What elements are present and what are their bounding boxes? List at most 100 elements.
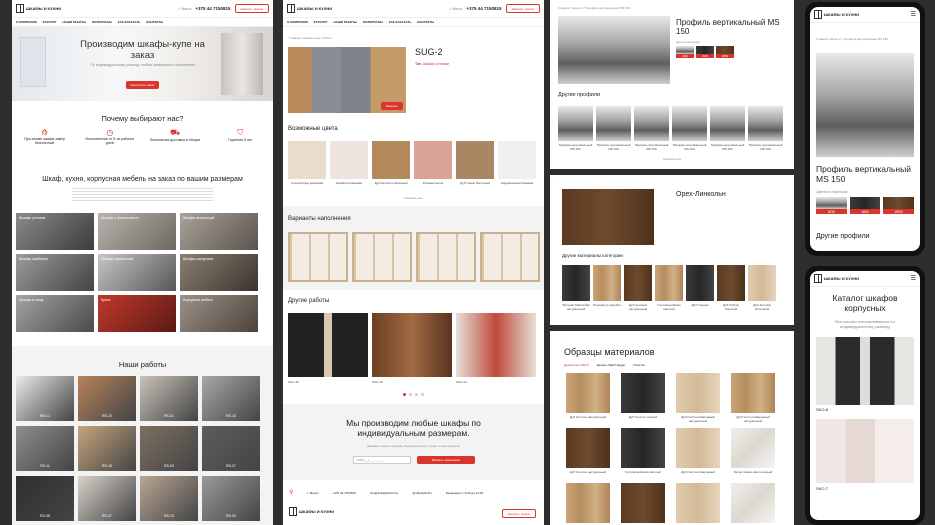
profile-item-image[interactable]	[596, 106, 631, 141]
mobile-logo[interactable]: ШКАФЫ И КУХНИ	[814, 274, 859, 283]
nav-catalog[interactable]: КАТАЛОГ	[43, 20, 57, 24]
work-tile[interactable]: RS-08	[78, 426, 136, 471]
work-tile[interactable]: RS-07	[202, 426, 260, 471]
callback-button[interactable]: Заказать звонок	[234, 4, 269, 13]
nav-contacts[interactable]: КОНТАКТЫ	[417, 20, 434, 24]
work-tile[interactable]: SKO-1	[16, 376, 74, 421]
sample-image[interactable]	[676, 483, 720, 523]
catalog-tile[interactable]: Шкафы зеркальные	[98, 254, 176, 291]
profile-item-label[interactable]: Профиль вертикальный MS 160	[748, 143, 783, 151]
slider-dot[interactable]	[415, 393, 418, 396]
work-tile[interactable]: RS-11	[16, 426, 74, 471]
other-work-label[interactable]: SUG-15	[372, 380, 383, 384]
nav-catalog[interactable]: КАТАЛОГ	[314, 20, 328, 24]
catalog-tile[interactable]: Шкафы в нишу	[16, 295, 94, 332]
cta-phone-input[interactable]	[353, 456, 411, 464]
mobile-product-image[interactable]	[816, 337, 914, 405]
material-item-image[interactable]	[717, 265, 745, 301]
profile-item-image[interactable]	[558, 106, 593, 141]
fill-option[interactable]	[288, 232, 348, 282]
show-all-colors[interactable]: Показать все	[283, 196, 544, 200]
profile-item-label[interactable]: Профиль вертикальный MS 150	[558, 143, 593, 151]
catalog-tile[interactable]: Шкафы корпусные	[180, 254, 258, 291]
slider-dots[interactable]	[283, 393, 544, 396]
nav-works[interactable]: НАШИ РАБОТЫ	[62, 20, 86, 24]
profile-item-image[interactable]	[710, 106, 745, 141]
footer-email[interactable]: info@shkafyikuhni.by	[370, 491, 398, 495]
sample-label[interactable]: Гостиница Шимо светлый	[621, 470, 665, 474]
sample-label[interactable]: Дуб Гелстон черный	[621, 415, 665, 419]
product-type-link[interactable]: Шкафы угловые	[423, 62, 449, 66]
color-option[interactable]: W52	[883, 197, 915, 214]
profile-item-label[interactable]: Профиль вертикальный MS 150	[634, 143, 669, 151]
product-image[interactable]: Заказать	[288, 47, 406, 113]
color-option[interactable]: A05	[849, 197, 881, 214]
catalog-tile[interactable]: Шкафы с фотопечатью	[98, 213, 176, 250]
sample-label[interactable]: Дуб Гелстон Кварцевый натуральный	[676, 415, 720, 423]
mobile-product-image[interactable]	[816, 419, 914, 483]
work-tile[interactable]: RS-09	[140, 426, 198, 471]
sample-label[interactable]: Дуб Гелстон Кварцевый	[676, 470, 720, 474]
material-image[interactable]	[562, 189, 654, 245]
nav-about[interactable]: О КОМПАНИИ	[16, 20, 37, 24]
work-tile[interactable]: RS-01	[140, 376, 198, 421]
profile-item-label[interactable]: Профиль вертикальный MS 160	[596, 143, 631, 151]
profile-item-image[interactable]	[672, 106, 707, 141]
sample-image[interactable]	[731, 483, 775, 523]
work-tile[interactable]: RS-03	[202, 476, 260, 521]
other-work-image[interactable]	[456, 313, 536, 377]
nav-how[interactable]: КАК ЗАКАЗАТЬ	[118, 20, 141, 24]
product-order-button[interactable]: Заказать	[380, 102, 403, 110]
sample-image[interactable]	[566, 373, 610, 413]
color-swatch[interactable]	[456, 141, 494, 179]
material-item-label[interactable]: Дуб Арктика молочный	[748, 303, 776, 311]
material-item-label[interactable]: Дуб Сонома	[686, 303, 714, 307]
profile-image[interactable]	[558, 16, 670, 84]
sample-image[interactable]	[676, 373, 720, 413]
mobile-product-label[interactable]: SKO-7	[816, 486, 828, 491]
color-swatch[interactable]	[330, 141, 368, 179]
color-option[interactable]: A05	[696, 46, 714, 58]
work-tile[interactable]: RS-16	[202, 376, 260, 421]
mobile-profile-image[interactable]	[816, 53, 914, 157]
samples-tab[interactable]: Древесные ЛДСП	[564, 363, 589, 367]
footer-phone[interactable]: +375 44 7150815	[332, 491, 355, 495]
sample-image[interactable]	[731, 373, 775, 413]
catalog-tile[interactable]: Шкафы пескоструй	[180, 213, 258, 250]
material-item-image[interactable]	[686, 265, 714, 301]
fill-option[interactable]	[416, 232, 476, 282]
work-tile[interactable]: RS-07	[78, 476, 136, 521]
callback-button[interactable]: Заказать звонок	[505, 4, 540, 13]
samples-tab[interactable]: Декоры ЛДСП Egger	[597, 363, 626, 367]
color-option[interactable]: W52	[716, 46, 734, 58]
fill-option[interactable]	[480, 232, 540, 282]
catalog-tile[interactable]: Шкафы комбинир.	[16, 254, 94, 291]
hero-calc-button[interactable]: Рассчитать заказ	[125, 81, 160, 89]
phone-link[interactable]: +375 44 7150815	[195, 6, 230, 11]
material-item-image[interactable]	[593, 265, 621, 301]
sample-image[interactable]	[621, 428, 665, 468]
sample-label[interactable]: Дуб Гелстон натуральный	[566, 470, 610, 474]
sample-image[interactable]	[566, 483, 610, 523]
nav-materials[interactable]: МАТЕРИАЛЫ	[92, 20, 112, 24]
home-logo[interactable]: ШКАФЫ И КУХНИ	[16, 4, 61, 13]
catalog-tile[interactable]: Кухни	[98, 295, 176, 332]
show-all-profiles[interactable]: Показать все	[550, 157, 794, 161]
catalog-tile[interactable]: Корпусная мебель	[180, 295, 258, 332]
color-swatch[interactable]	[288, 141, 326, 179]
material-item-label[interactable]: Перламутр серебро	[593, 303, 621, 307]
menu-icon[interactable]: ☰	[911, 11, 916, 18]
other-work-label[interactable]: SUG-14	[456, 380, 467, 384]
profile-item-label[interactable]: Профиль вертикальный MS 150	[710, 143, 745, 151]
fill-option[interactable]	[352, 232, 412, 282]
nav-works[interactable]: НАШИ РАБОТЫ	[333, 20, 357, 24]
profile-item-label[interactable]: Профиль вертикальный MS 160	[672, 143, 707, 151]
nav-materials[interactable]: МАТЕРИАЛЫ	[363, 20, 383, 24]
profile-item-image[interactable]	[634, 106, 669, 141]
material-item-label[interactable]: Дуб Гибрис Светлый	[717, 303, 745, 311]
work-tile[interactable]: RS-08	[16, 476, 74, 521]
samples-tab[interactable]: Пластик	[633, 363, 644, 367]
other-work-image[interactable]	[372, 313, 452, 377]
slider-dot[interactable]	[421, 393, 424, 396]
color-swatch[interactable]	[372, 141, 410, 179]
